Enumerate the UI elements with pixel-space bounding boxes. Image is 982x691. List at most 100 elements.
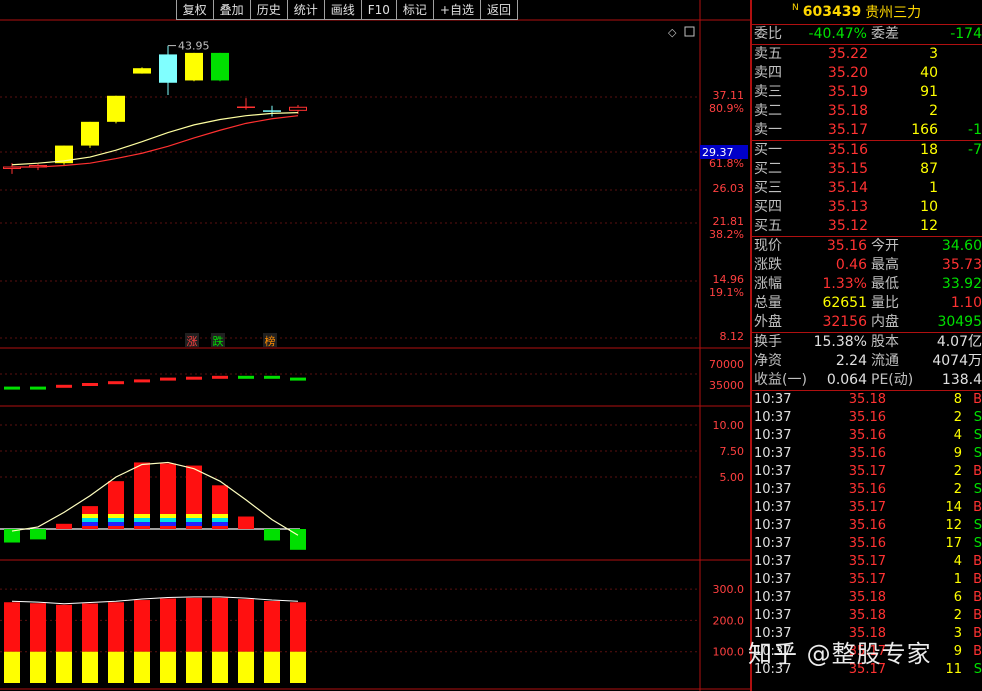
toolbar-button-3[interactable]: 统计 bbox=[287, 0, 325, 20]
tick-volume: 9 bbox=[953, 446, 962, 461]
toolbar-button-1[interactable]: 叠加 bbox=[213, 0, 251, 20]
fund-row-0: 换手 15.38% 股本 4.07亿 bbox=[752, 333, 982, 352]
strip-bar bbox=[30, 386, 46, 390]
toolbar-button-0[interactable]: 复权 bbox=[176, 0, 214, 20]
vol-ma-line bbox=[11, 596, 299, 605]
fib-pct-label: 80.9% bbox=[709, 102, 744, 115]
macd-band bbox=[108, 514, 124, 518]
ask-row-4: 卖一 35.17 166 -1 bbox=[752, 121, 982, 140]
new-stock-flag: N bbox=[792, 3, 799, 13]
ask-label: 卖二 bbox=[754, 103, 782, 119]
vol-bar-yellow bbox=[212, 651, 228, 683]
tick-time: 10:37 bbox=[754, 500, 792, 515]
tick-time: 10:37 bbox=[754, 428, 792, 443]
toolbar-button-7[interactable]: +自选 bbox=[433, 0, 481, 20]
ask-change bbox=[938, 83, 982, 102]
stat-label: 现价 bbox=[754, 238, 782, 254]
candle-body bbox=[211, 52, 229, 81]
macd-band bbox=[82, 514, 98, 518]
tick-time: 10:37 bbox=[754, 482, 792, 497]
stat-value: 33.92 bbox=[941, 276, 982, 292]
ask-label: 卖三 bbox=[754, 84, 782, 100]
vol-bar-yellow bbox=[238, 651, 254, 683]
bid-change bbox=[938, 160, 982, 179]
tick-price: 35.16 bbox=[848, 446, 886, 461]
ask-volume: 40 bbox=[920, 65, 938, 81]
bid-label: 买二 bbox=[754, 161, 782, 177]
tick-time: 10:37 bbox=[754, 464, 792, 479]
strip-bar bbox=[56, 384, 72, 388]
tick-row: 10:37 35.16 2 S bbox=[752, 481, 982, 499]
quote-stats: 现价 35.16 今开 34.60 涨跌 0.46 最高 35.73 涨幅 1.33% 最低 33.9… bbox=[752, 237, 982, 333]
vol-bar-yellow bbox=[30, 651, 46, 683]
toolbar-button-6[interactable]: 标记 bbox=[396, 0, 434, 20]
ask-price: 35.18 bbox=[827, 103, 868, 119]
bid-label: 买四 bbox=[754, 199, 782, 215]
tick-side: B bbox=[973, 392, 982, 407]
tick-time: 10:37 bbox=[754, 410, 792, 425]
tick-price: 35.17 bbox=[848, 572, 886, 587]
tick-price: 35.18 bbox=[848, 608, 886, 623]
fib-pct-label: 61.8% bbox=[709, 157, 744, 170]
tick-volume: 1 bbox=[953, 572, 962, 587]
stat-label: 涨幅 bbox=[754, 276, 782, 292]
vol-bar-yellow bbox=[56, 651, 72, 683]
fund-label: 换手 bbox=[754, 334, 782, 350]
fib-pct-label: 38.2% bbox=[709, 228, 744, 241]
ask-price: 35.19 bbox=[827, 84, 868, 100]
vol-bar-red bbox=[290, 602, 306, 652]
ask-volume: 2 bbox=[929, 103, 938, 119]
macd-band bbox=[186, 518, 202, 522]
tick-volume: 17 bbox=[945, 536, 962, 551]
window-toggle-icon bbox=[684, 26, 695, 37]
ma-short-line bbox=[11, 112, 299, 166]
vol-bar-yellow bbox=[186, 651, 202, 683]
tick-price: 35.17 bbox=[848, 464, 886, 479]
stat-row-4: 外盘 32156 内盘 30495 bbox=[752, 313, 982, 332]
fund-value: 0.064 bbox=[826, 372, 867, 388]
bid-price: 35.14 bbox=[827, 180, 868, 196]
toolbar-button-4[interactable]: 画线 bbox=[324, 0, 362, 20]
bid-label: 买三 bbox=[754, 180, 782, 196]
toolbar-button-8[interactable]: 返回 bbox=[480, 0, 518, 20]
tick-price: 35.18 bbox=[848, 590, 886, 605]
ask-book: 卖五 35.22 3 卖四 35.20 40 卖三 35.19 91 卖二 35.18 2 卖一 35.1… bbox=[752, 45, 982, 141]
stat-label: 量比 bbox=[870, 295, 899, 311]
candle-body bbox=[263, 110, 281, 112]
tick-volume: 2 bbox=[953, 482, 962, 497]
fund-value: 4.07亿 bbox=[936, 334, 982, 350]
macd-band bbox=[82, 522, 98, 526]
vol-bar-red bbox=[30, 603, 46, 652]
bid-change: -7 bbox=[968, 142, 982, 158]
vol-bar-yellow bbox=[134, 651, 150, 683]
high-price-label: 43.95 bbox=[178, 40, 210, 53]
tick-volume: 2 bbox=[953, 608, 962, 623]
tick-price: 35.16 bbox=[848, 410, 886, 425]
tick-price: 35.16 bbox=[848, 536, 886, 551]
fund-label: 收益(一) bbox=[754, 372, 807, 388]
stat-row-0: 现价 35.16 今开 34.60 bbox=[752, 237, 982, 256]
tick-side: S bbox=[973, 536, 982, 551]
strip-axis-label: 70000 bbox=[709, 358, 744, 371]
bid-price: 35.12 bbox=[827, 218, 868, 234]
kline-chart-area[interactable]: ◇ 37.11 80.9% 29.37 61.8% 26.03 21.81 38.2% 14.9… bbox=[0, 0, 750, 691]
stat-value: 32156 bbox=[822, 314, 867, 330]
toolbar-button-5[interactable]: F10 bbox=[361, 0, 397, 20]
tick-side: S bbox=[973, 662, 982, 677]
ask-volume: 91 bbox=[920, 84, 938, 100]
tick-volume: 14 bbox=[945, 500, 962, 515]
toolbar-button-2[interactable]: 历史 bbox=[250, 0, 288, 20]
vol-bar-yellow bbox=[264, 651, 280, 683]
bid-volume: 18 bbox=[920, 142, 938, 158]
macd-band bbox=[186, 514, 202, 518]
vol-bar-red bbox=[4, 602, 20, 652]
candle-body bbox=[185, 52, 203, 81]
tick-time: 10:37 bbox=[754, 392, 792, 407]
macd-band bbox=[134, 518, 150, 522]
fund-value: 15.38% bbox=[813, 334, 867, 350]
vol-bar-red bbox=[264, 600, 280, 652]
tick-row: 10:37 35.16 12 S bbox=[752, 517, 982, 535]
macd-band bbox=[160, 514, 176, 518]
tick-price: 35.17 bbox=[848, 554, 886, 569]
macd-band bbox=[160, 518, 176, 522]
